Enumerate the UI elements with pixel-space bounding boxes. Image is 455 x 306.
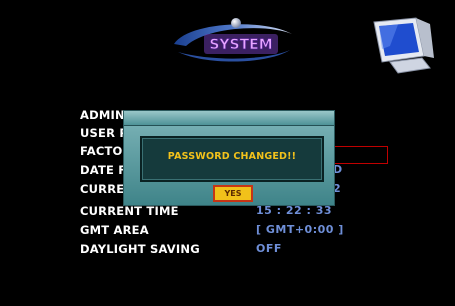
dialog-message-box: PASSWORD CHANGED!!: [140, 136, 324, 182]
dialog-message: PASSWORD CHANGED!!: [167, 151, 297, 162]
logo-text: SYSTEM: [209, 37, 272, 53]
password-changed-dialog: PASSWORD CHANGED!! YES: [123, 110, 335, 206]
yes-button[interactable]: YES: [213, 185, 253, 202]
menu-label: DAYLIGHT SAVING: [80, 242, 200, 256]
menu-value: [ GMT+0:00 ]: [256, 223, 344, 236]
system-logo-icon: SYSTEM: [174, 18, 292, 62]
selection-highlight: [334, 146, 388, 164]
menu-value: OFF: [256, 242, 282, 255]
dialog-titlebar: [124, 111, 334, 126]
monitor-icon: [373, 17, 434, 74]
menu-label: GMT AREA: [80, 223, 149, 237]
menu-label: CURRENT TIME: [80, 204, 179, 218]
